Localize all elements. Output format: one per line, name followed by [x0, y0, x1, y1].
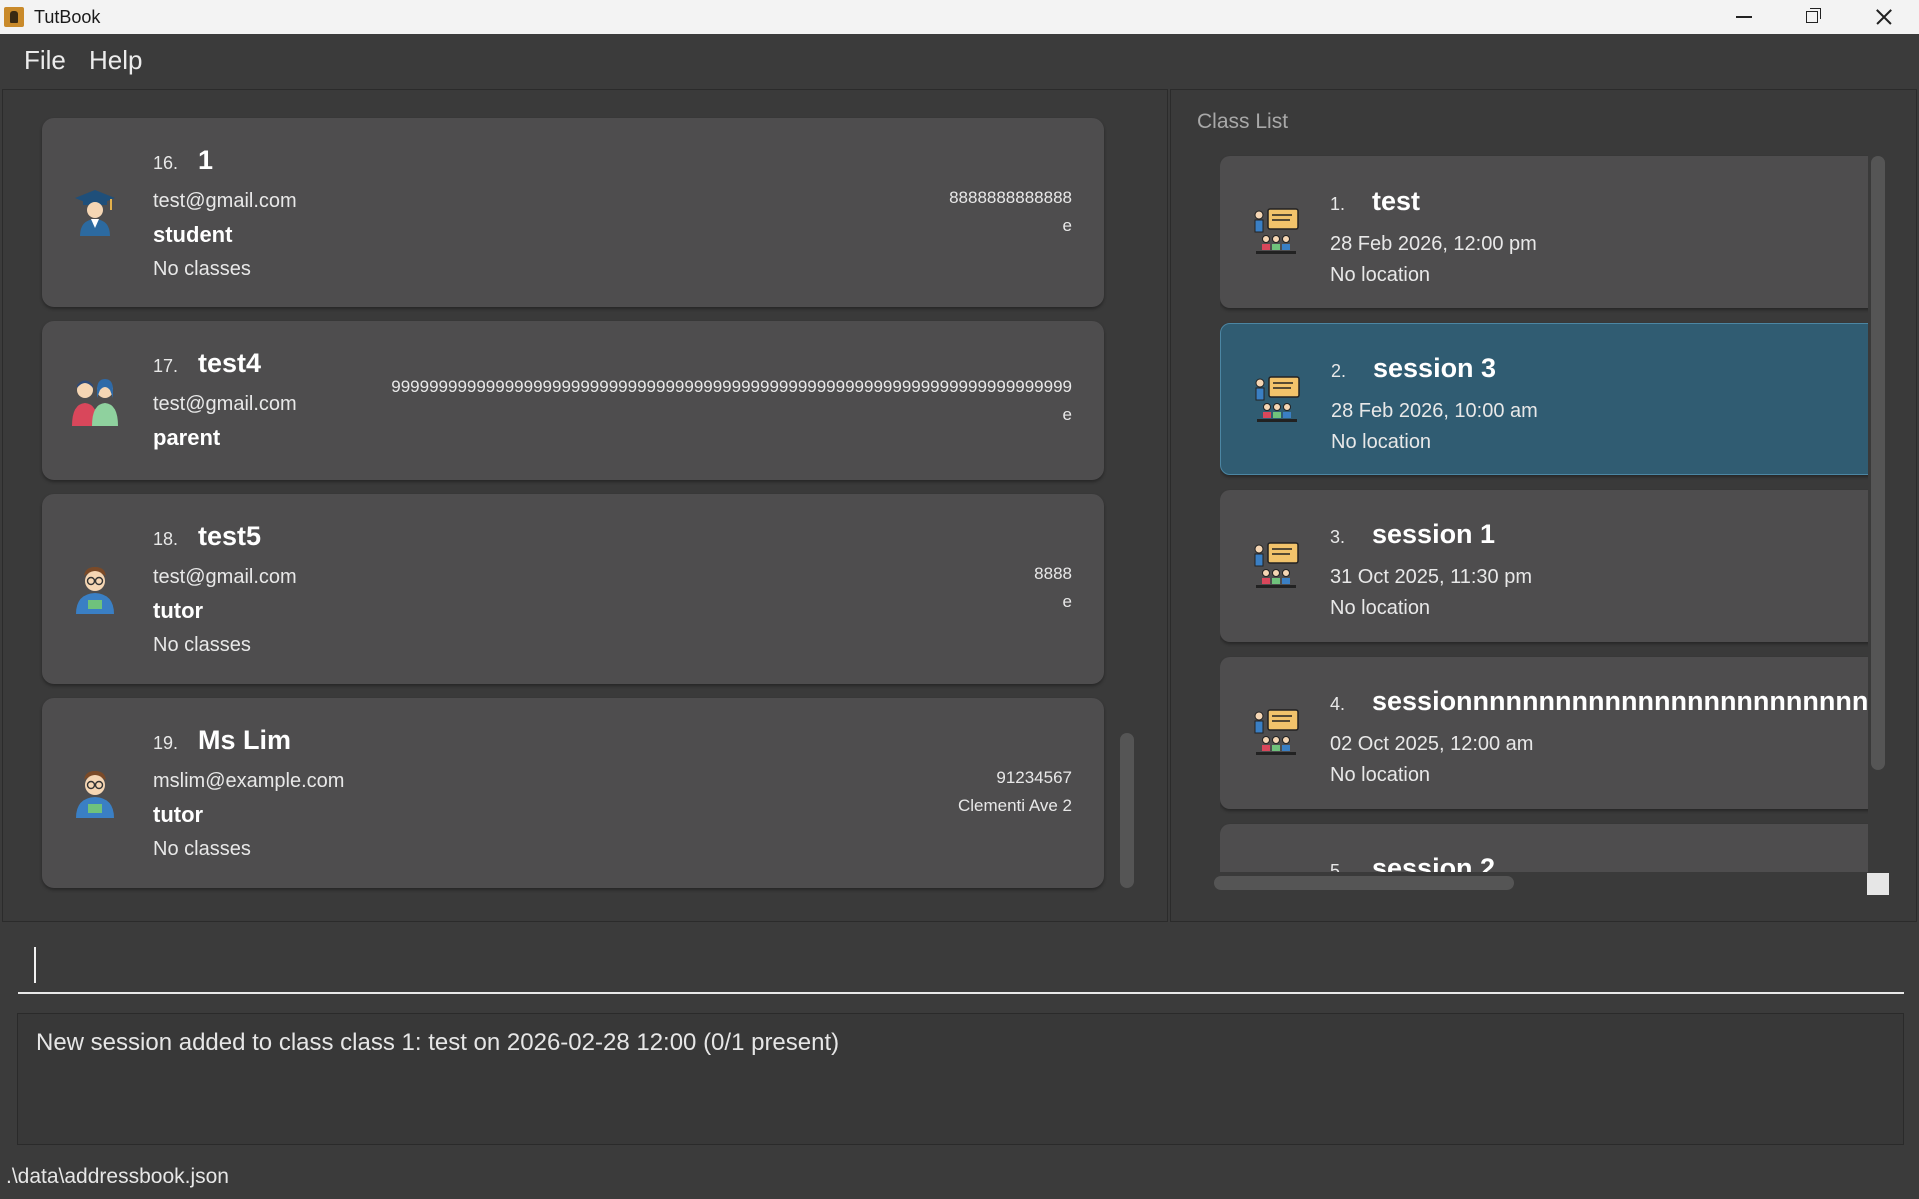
person-name: 1	[198, 145, 214, 175]
title-bar: TutBook	[0, 0, 1919, 34]
tutor-icon	[76, 771, 114, 818]
class-card[interactable]: 5. session 2	[1220, 824, 1868, 872]
class-list-vertical-scrollbar[interactable]	[1871, 156, 1885, 770]
class-index: 2.	[1331, 361, 1347, 381]
class-index: 3.	[1330, 527, 1346, 547]
menu-help[interactable]: Help	[89, 45, 142, 76]
class-name: session 3	[1373, 353, 1497, 383]
person-index: 17.	[153, 356, 179, 376]
person-classes: No classes	[153, 634, 251, 656]
classroom-icon	[1254, 709, 1299, 755]
close-button[interactable]	[1855, 0, 1913, 34]
minimize-button[interactable]	[1714, 0, 1772, 34]
class-card-selected[interactable]: 2. session 3 28 Feb 2026, 10:00 am No lo…	[1220, 323, 1868, 475]
person-card[interactable]: 16. 1 test@gmail.com student No classes …	[42, 118, 1104, 307]
person-list-scrollbar[interactable]	[1120, 733, 1134, 888]
status-bar	[0, 1153, 1919, 1199]
tutor-icon	[76, 567, 114, 614]
person-address: Clementi Ave 2	[957, 796, 1072, 815]
result-message: New session added to class class 1: test…	[36, 1029, 840, 1056]
person-name: test4	[198, 348, 262, 378]
person-role: tutor	[153, 598, 204, 623]
class-list-header: Class List	[1197, 110, 1289, 133]
person-classes: No classes	[153, 258, 251, 280]
class-card[interactable]: 4. sessionnnnnnnnnnnnnnnnnnnnnnnnnnnnnnn…	[1220, 657, 1868, 809]
person-index: 19.	[153, 733, 179, 753]
person-classes: No classes	[153, 838, 251, 860]
person-name: Ms Lim	[198, 725, 292, 755]
class-name: session 1	[1372, 519, 1496, 549]
person-phone: 9999999999999999999999999999999999999999…	[391, 377, 1072, 396]
class-date: 02 Oct 2025, 12:00 am	[1330, 733, 1534, 755]
class-location: No location	[1331, 431, 1432, 453]
person-card[interactable]: 18. test5 test@gmail.com tutor No classe…	[42, 494, 1104, 684]
app-icon	[4, 7, 24, 27]
person-email: test@gmail.com	[153, 190, 297, 212]
class-index: 4.	[1330, 694, 1346, 714]
person-card[interactable]: 19. Ms Lim mslim@example.com tutor No cl…	[42, 698, 1104, 888]
classroom-icon	[1255, 376, 1300, 422]
person-phone: 91234567	[996, 768, 1072, 787]
person-email: test@gmail.com	[153, 393, 297, 415]
graduate-icon	[75, 190, 115, 236]
restore-button[interactable]	[1784, 0, 1842, 34]
class-name: test	[1372, 186, 1421, 216]
class-date: 28 Feb 2026, 10:00 am	[1331, 400, 1538, 422]
person-phone: 8888	[1034, 564, 1072, 583]
person-phone-wrap: e	[1062, 216, 1072, 235]
person-name: test5	[198, 521, 262, 551]
class-list-horizontal-scrollbar[interactable]	[1214, 876, 1514, 890]
person-role: student	[153, 222, 233, 247]
menu-bar: File Help	[0, 34, 1919, 89]
class-location: No location	[1330, 597, 1431, 619]
person-card[interactable]: 17. test4 test@gmail.com parent 99999999…	[42, 321, 1104, 480]
parents-icon	[72, 379, 118, 426]
menu-file[interactable]: File	[24, 45, 66, 76]
text-cursor	[34, 947, 36, 983]
person-index: 18.	[153, 529, 179, 549]
person-phone: 8888888888888	[949, 188, 1072, 207]
class-list-viewport: 1. test 28 Feb 2026, 12:00 pm No locatio…	[1220, 150, 1868, 872]
class-name: session 2	[1372, 853, 1496, 872]
person-phone-wrap: e	[1062, 592, 1072, 611]
command-input[interactable]	[18, 936, 1904, 994]
class-index: 1.	[1330, 194, 1346, 214]
scroll-corner	[1867, 873, 1889, 895]
person-email: test@gmail.com	[153, 566, 297, 588]
class-location: No location	[1330, 764, 1431, 786]
person-index: 16.	[153, 153, 179, 173]
classroom-icon	[1254, 208, 1299, 254]
save-location-path: .\data\addressbook.json	[6, 1165, 229, 1188]
class-name: sessionnnnnnnnnnnnnnnnnnnnnnnnnnnnnnnnnn	[1372, 686, 1868, 716]
person-role: tutor	[153, 802, 204, 827]
class-card[interactable]: 3. session 1 31 Oct 2025, 11:30 pm No lo…	[1220, 490, 1868, 642]
class-location: No location	[1330, 264, 1431, 286]
person-email: mslim@example.com	[153, 770, 345, 792]
class-card[interactable]: 1. test 28 Feb 2026, 12:00 pm No locatio…	[1220, 156, 1868, 308]
class-index: 5.	[1330, 861, 1346, 872]
person-role: parent	[153, 425, 221, 450]
classroom-icon	[1254, 542, 1299, 588]
person-phone-wrap: e	[1062, 405, 1072, 424]
class-date: 31 Oct 2025, 11:30 pm	[1330, 566, 1532, 588]
window-title: TutBook	[34, 7, 101, 27]
class-date: 28 Feb 2026, 12:00 pm	[1330, 233, 1537, 255]
